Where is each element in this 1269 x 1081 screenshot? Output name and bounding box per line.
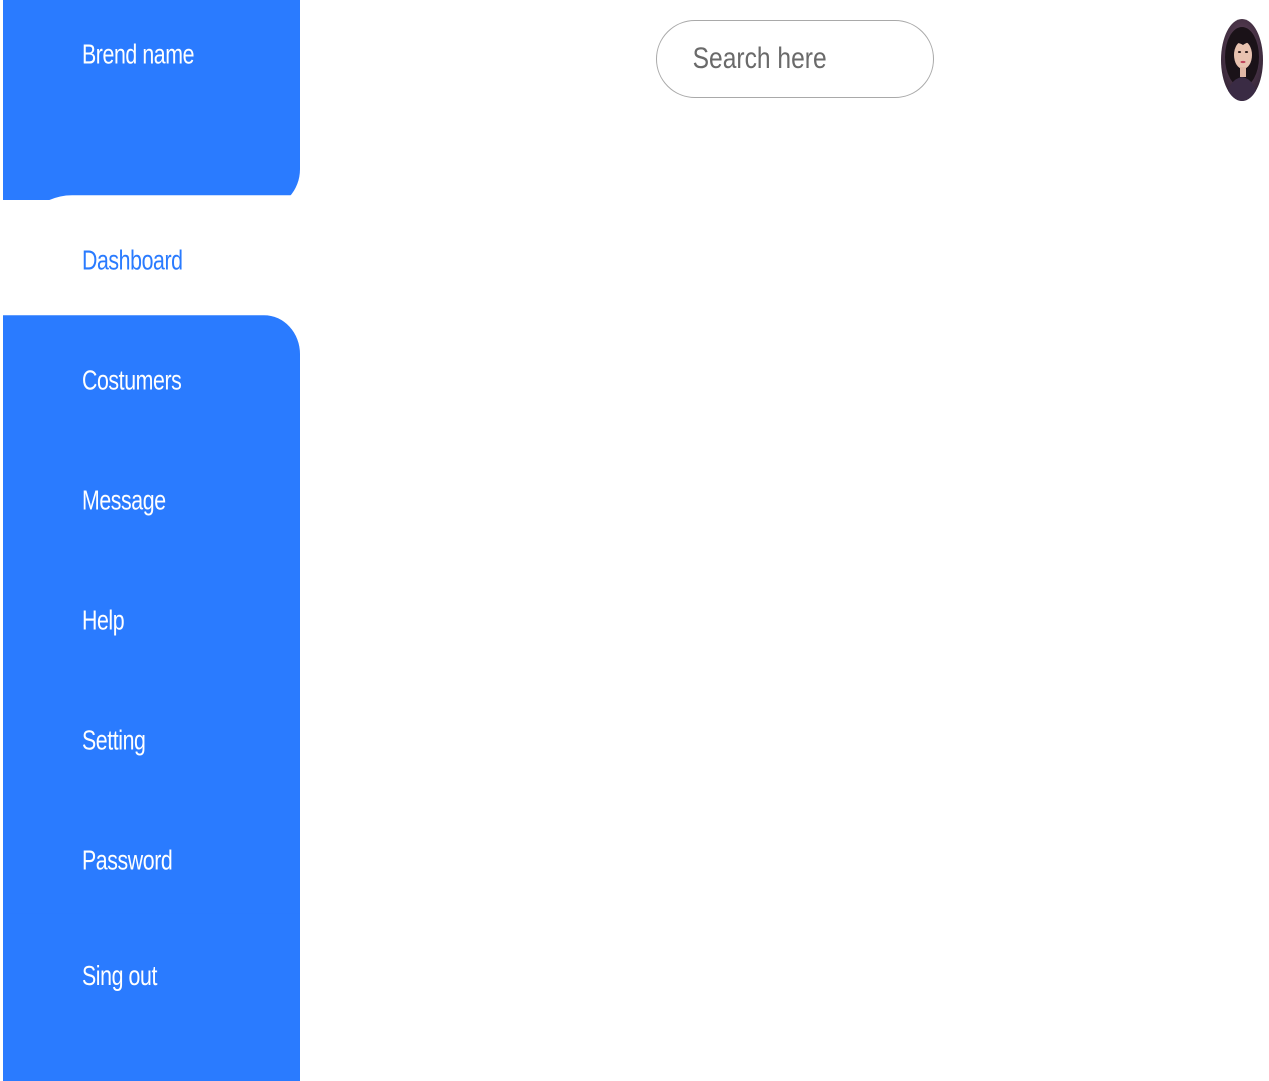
sidebar-item-label: Sing out xyxy=(82,958,157,992)
avatar[interactable] xyxy=(1221,19,1263,101)
brand-logo: Brend name xyxy=(3,0,300,208)
sidebar: Brend name Dashboard Costumers Message H… xyxy=(3,0,300,1081)
sidebar-item-label: Dashboard xyxy=(82,243,183,276)
brand-name: Brend name xyxy=(82,37,195,70)
sidebar-item-message[interactable]: Message xyxy=(3,435,300,565)
sidebar-item-password[interactable]: Password xyxy=(3,795,300,925)
sidebar-item-sign-out[interactable]: Sing out xyxy=(3,913,300,1081)
search-box[interactable] xyxy=(656,20,934,98)
user-avatar-icon xyxy=(1221,19,1263,101)
sidebar-item-label: Password xyxy=(82,843,173,876)
sidebar-item-help[interactable]: Help xyxy=(3,555,300,685)
sidebar-item-costumers[interactable]: Costumers xyxy=(3,315,300,445)
sidebar-item-label: Message xyxy=(82,483,166,516)
sidebar-item-label: Help xyxy=(82,603,125,636)
sidebar-item-label: Costumers xyxy=(82,363,182,396)
sidebar-item-setting[interactable]: Setting xyxy=(3,675,300,805)
search-input[interactable] xyxy=(691,41,875,77)
sidebar-item-label: Setting xyxy=(82,723,146,756)
dashboard-page: Brend name Dashboard Costumers Message H… xyxy=(0,0,1269,1081)
sidebar-item-dashboard[interactable]: Dashboard xyxy=(12,195,300,325)
